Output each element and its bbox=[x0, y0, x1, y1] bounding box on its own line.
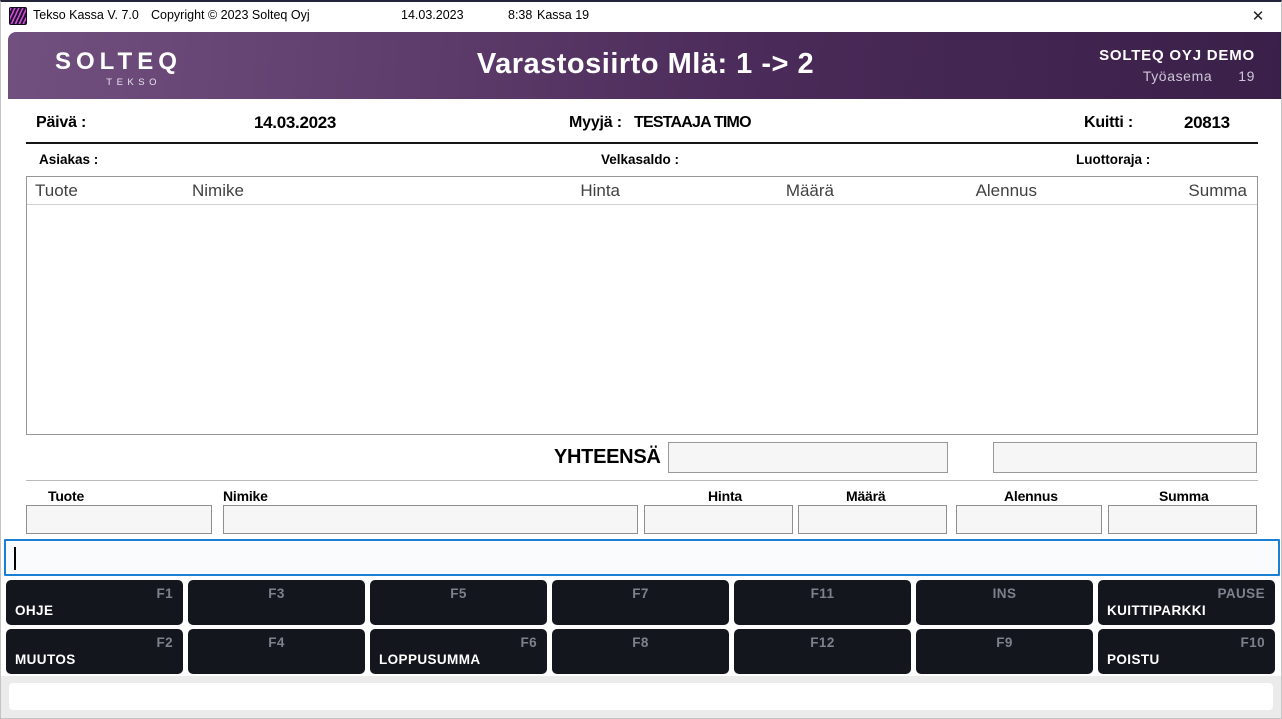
fkey-action-label: POISTU bbox=[1107, 652, 1160, 667]
seller-label: Myyjä : bbox=[569, 114, 622, 132]
fkey-button-f2-muutos[interactable]: F2 MUUTOS bbox=[6, 629, 183, 674]
app-title: Tekso Kassa V. 7.0 bbox=[33, 8, 139, 22]
entry-separator-line bbox=[26, 480, 1258, 481]
titlebar-time: 8:38 bbox=[508, 8, 532, 22]
date-label: Päivä : bbox=[36, 114, 86, 132]
entry-input-summa[interactable] bbox=[1108, 505, 1257, 534]
copyright-text: Copyright © 2023 Solteq Oyj bbox=[151, 8, 310, 22]
fkey-key-label: F6 bbox=[520, 635, 537, 650]
tekso-app-icon bbox=[9, 7, 27, 25]
fkey-action-label: KUITTIPARKKI bbox=[1107, 603, 1206, 618]
fkey-key-label: F5 bbox=[370, 586, 547, 601]
fkey-key-label: F8 bbox=[552, 635, 729, 650]
page-header: SOLTEQ TEKSO Varastosiirto Mlä: 1 -> 2 S… bbox=[8, 32, 1282, 99]
entry-label-nimike: Nimike bbox=[223, 488, 268, 504]
command-input[interactable] bbox=[4, 539, 1280, 576]
fkey-button-f8[interactable]: F8 bbox=[552, 629, 729, 674]
titlebar-date: 14.03.2023 bbox=[401, 8, 464, 22]
entry-label-maara: Määrä bbox=[846, 488, 885, 504]
header-right-block: SOLTEQ OYJ DEMO Työasema 19 bbox=[1099, 47, 1255, 84]
app-window: Tekso Kassa V. 7.0 Copyright © 2023 Solt… bbox=[0, 0, 1282, 719]
customer-label: Asiakas : bbox=[39, 152, 98, 167]
items-table-body bbox=[27, 205, 1257, 435]
titlebar-register: Kassa 19 bbox=[537, 8, 589, 22]
fkey-action-label: MUUTOS bbox=[15, 652, 76, 667]
column-header-alennus: Alennus bbox=[887, 181, 1037, 201]
fkey-key-label: F9 bbox=[916, 635, 1093, 650]
fkey-button-f9[interactable]: F9 bbox=[916, 629, 1093, 674]
fkey-button-pause-kuittiparkki[interactable]: PAUSE KUITTIPARKKI bbox=[1098, 580, 1275, 625]
fkey-button-f11[interactable]: F11 bbox=[734, 580, 911, 625]
column-header-tuote: Tuote bbox=[35, 181, 78, 201]
fkey-button-f6-loppusumma[interactable]: F6 LOPPUSUMMA bbox=[370, 629, 547, 674]
title-bar: Tekso Kassa V. 7.0 Copyright © 2023 Solt… bbox=[1, 2, 1281, 30]
close-icon[interactable]: ✕ bbox=[1243, 4, 1273, 28]
items-table: Tuote Nimike Hinta Määrä Alennus Summa bbox=[26, 176, 1258, 435]
column-header-summa: Summa bbox=[1097, 181, 1247, 201]
entry-input-maara[interactable] bbox=[798, 505, 947, 534]
seller-value: TESTAAJA TIMO bbox=[634, 114, 751, 132]
bottom-bar bbox=[1, 676, 1281, 719]
debt-balance-label: Velkasaldo : bbox=[601, 152, 679, 167]
entry-label-summa: Summa bbox=[1159, 488, 1209, 504]
fkey-action-label: OHJE bbox=[15, 603, 53, 618]
fkey-key-label: F2 bbox=[156, 635, 173, 650]
entry-label-hinta: Hinta bbox=[708, 488, 742, 504]
receipt-number: 20813 bbox=[1184, 113, 1230, 133]
workstation-row: Työasema 19 bbox=[1099, 68, 1255, 84]
column-header-hinta: Hinta bbox=[495, 181, 620, 201]
fkey-key-label: INS bbox=[916, 586, 1093, 601]
fkey-key-label: F7 bbox=[552, 586, 729, 601]
info-separator-line bbox=[26, 142, 1258, 144]
date-value: 14.03.2023 bbox=[254, 113, 336, 133]
fkey-key-label: F12 bbox=[734, 635, 911, 650]
entry-input-hinta[interactable] bbox=[644, 505, 793, 534]
fkey-key-label: F3 bbox=[188, 586, 365, 601]
fkey-button-f12[interactable]: F12 bbox=[734, 629, 911, 674]
fkey-button-f4[interactable]: F4 bbox=[188, 629, 365, 674]
column-header-nimike: Nimike bbox=[192, 181, 244, 201]
entry-label-tuote: Tuote bbox=[48, 488, 84, 504]
column-header-maara: Määrä bbox=[709, 181, 834, 201]
items-table-header: Tuote Nimike Hinta Määrä Alennus Summa bbox=[27, 177, 1257, 205]
total-label: YHTEENSÄ bbox=[554, 446, 661, 469]
company-name: SOLTEQ OYJ DEMO bbox=[1099, 47, 1255, 64]
entry-input-alennus[interactable] bbox=[956, 505, 1102, 534]
fkey-key-label: F11 bbox=[734, 586, 911, 601]
page-title: Varastosiirto Mlä: 1 -> 2 bbox=[8, 48, 1282, 81]
entry-label-alennus: Alennus bbox=[1004, 488, 1058, 504]
text-caret bbox=[14, 547, 16, 570]
fkey-button-f3[interactable]: F3 bbox=[188, 580, 365, 625]
fkey-button-ins[interactable]: INS bbox=[916, 580, 1093, 625]
fkey-button-f5[interactable]: F5 bbox=[370, 580, 547, 625]
total-amount-field[interactable] bbox=[668, 442, 948, 473]
fkey-action-label: LOPPUSUMMA bbox=[379, 652, 481, 667]
total-secondary-field[interactable] bbox=[993, 442, 1257, 473]
fkey-key-label: PAUSE bbox=[1217, 586, 1265, 601]
workstation-number: 19 bbox=[1238, 68, 1255, 84]
fkey-button-f10-poistu[interactable]: F10 POISTU bbox=[1098, 629, 1275, 674]
fkey-button-f1-ohje[interactable]: F1 OHJE bbox=[6, 580, 183, 625]
receipt-label: Kuitti : bbox=[1084, 114, 1133, 132]
entry-input-tuote[interactable] bbox=[26, 505, 212, 534]
credit-limit-label: Luottoraja : bbox=[1076, 152, 1150, 167]
fkey-button-f7[interactable]: F7 bbox=[552, 580, 729, 625]
workstation-label: Työasema bbox=[1143, 68, 1212, 84]
fkey-key-label: F1 bbox=[156, 586, 173, 601]
entry-input-nimike[interactable] bbox=[223, 505, 638, 534]
fkey-key-label: F4 bbox=[188, 635, 365, 650]
status-bar bbox=[9, 683, 1273, 710]
fkey-key-label: F10 bbox=[1241, 635, 1265, 650]
